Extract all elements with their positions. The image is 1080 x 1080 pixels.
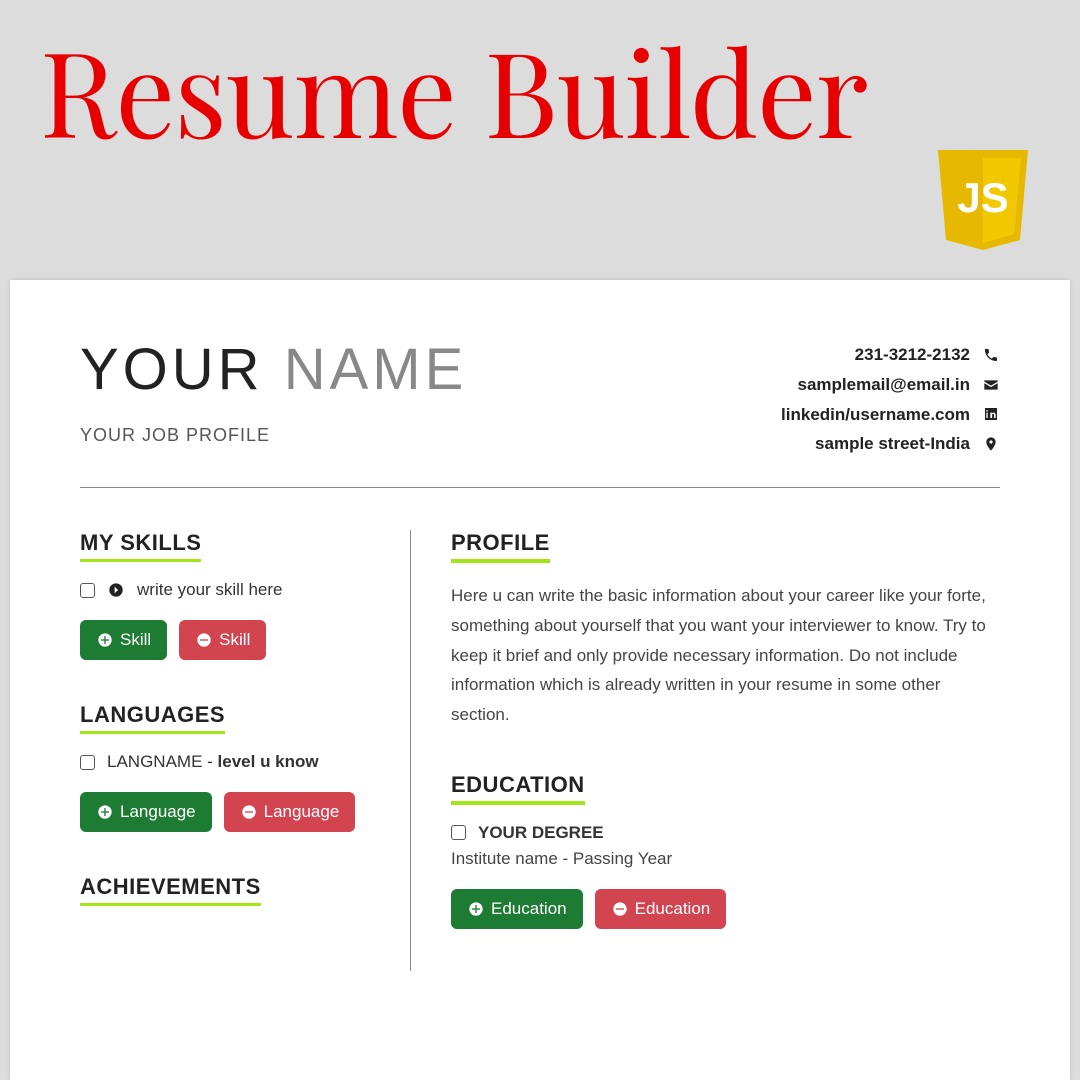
- add-skill-label: Skill: [120, 630, 151, 650]
- education-title: EDUCATION: [451, 772, 585, 805]
- contact-block: 231-3212-2132 samplemail@email.in linked…: [781, 340, 1000, 459]
- js-logo-icon: JS: [938, 150, 1028, 250]
- resume-header: YOUR NAME YOUR JOB PROFILE 231-3212-2132…: [80, 340, 1000, 488]
- right-column: PROFILE Here u can write the basic infor…: [451, 530, 1000, 971]
- degree-text: YOUR DEGREE: [478, 823, 604, 843]
- minus-circle-icon: [611, 900, 629, 918]
- last-name: NAME: [284, 337, 468, 402]
- resume-page: YOUR NAME YOUR JOB PROFILE 231-3212-2132…: [10, 280, 1070, 1080]
- profile-section: PROFILE Here u can write the basic infor…: [451, 530, 1000, 730]
- achievements-section: ACHIEVEMENTS: [80, 874, 370, 924]
- remove-education-button[interactable]: Education: [595, 889, 727, 929]
- phone-text: 231-3212-2132: [855, 340, 970, 370]
- plus-circle-icon: [96, 803, 114, 821]
- remove-language-button[interactable]: Language: [224, 792, 356, 832]
- contact-email[interactable]: samplemail@email.in: [781, 370, 1000, 400]
- language-level: level u know: [218, 752, 319, 771]
- education-buttons: Education Education: [451, 889, 1000, 929]
- linkedin-text: linkedin/username.com: [781, 400, 970, 430]
- svg-text:JS: JS: [957, 174, 1008, 221]
- add-skill-button[interactable]: Skill: [80, 620, 167, 660]
- phone-icon: [982, 346, 1000, 364]
- skill-placeholder: write your skill here: [137, 580, 283, 600]
- column-divider: [410, 530, 411, 971]
- contact-linkedin[interactable]: linkedin/username.com: [781, 400, 1000, 430]
- languages-section: LANGUAGES LANGNAME - level u know Langua…: [80, 702, 370, 832]
- skills-title: MY SKILLS: [80, 530, 201, 562]
- language-name: LANGNAME: [107, 752, 202, 771]
- left-column: MY SKILLS write your skill here Skill: [80, 530, 410, 971]
- profile-title: PROFILE: [451, 530, 550, 563]
- education-detail[interactable]: Institute name - Passing Year: [451, 849, 1000, 869]
- remove-education-label: Education: [635, 899, 711, 919]
- add-language-label: Language: [120, 802, 196, 822]
- linkedin-icon: [982, 405, 1000, 423]
- add-education-button[interactable]: Education: [451, 889, 583, 929]
- remove-skill-button[interactable]: Skill: [179, 620, 266, 660]
- name-block: YOUR NAME YOUR JOB PROFILE: [80, 340, 467, 446]
- add-education-label: Education: [491, 899, 567, 919]
- skill-checkbox[interactable]: [80, 583, 95, 598]
- email-text: samplemail@email.in: [798, 370, 970, 400]
- remove-language-label: Language: [264, 802, 340, 822]
- arrow-circle-right-icon: [107, 581, 125, 599]
- envelope-icon: [982, 376, 1000, 394]
- skills-section: MY SKILLS write your skill here Skill: [80, 530, 370, 660]
- education-section: EDUCATION YOUR DEGREE Institute name - P…: [451, 772, 1000, 929]
- contact-phone[interactable]: 231-3212-2132: [781, 340, 1000, 370]
- language-checkbox[interactable]: [80, 755, 95, 770]
- minus-circle-icon: [240, 803, 258, 821]
- achievements-title: ACHIEVEMENTS: [80, 874, 261, 906]
- job-profile[interactable]: YOUR JOB PROFILE: [80, 425, 467, 446]
- map-pin-icon: [982, 435, 1000, 453]
- skill-item[interactable]: write your skill here: [80, 580, 370, 600]
- contact-address[interactable]: sample street-India: [781, 429, 1000, 459]
- minus-circle-icon: [195, 631, 213, 649]
- profile-text[interactable]: Here u can write the basic information a…: [451, 581, 1000, 730]
- skill-buttons: Skill Skill: [80, 620, 370, 660]
- plus-circle-icon: [467, 900, 485, 918]
- education-checkbox[interactable]: [451, 825, 466, 840]
- plus-circle-icon: [96, 631, 114, 649]
- body-columns: MY SKILLS write your skill here Skill: [80, 530, 1000, 971]
- remove-skill-label: Skill: [219, 630, 250, 650]
- education-item[interactable]: YOUR DEGREE: [451, 823, 1000, 843]
- full-name[interactable]: YOUR NAME: [80, 340, 467, 401]
- language-item[interactable]: LANGNAME - level u know: [80, 752, 370, 772]
- languages-title: LANGUAGES: [80, 702, 225, 734]
- banner: Resume Builder JS: [0, 0, 1080, 280]
- address-text: sample street-India: [815, 429, 970, 459]
- language-buttons: Language Language: [80, 792, 370, 832]
- add-language-button[interactable]: Language: [80, 792, 212, 832]
- first-name: YOUR: [80, 337, 264, 402]
- page-title: Resume Builder: [0, 0, 1080, 168]
